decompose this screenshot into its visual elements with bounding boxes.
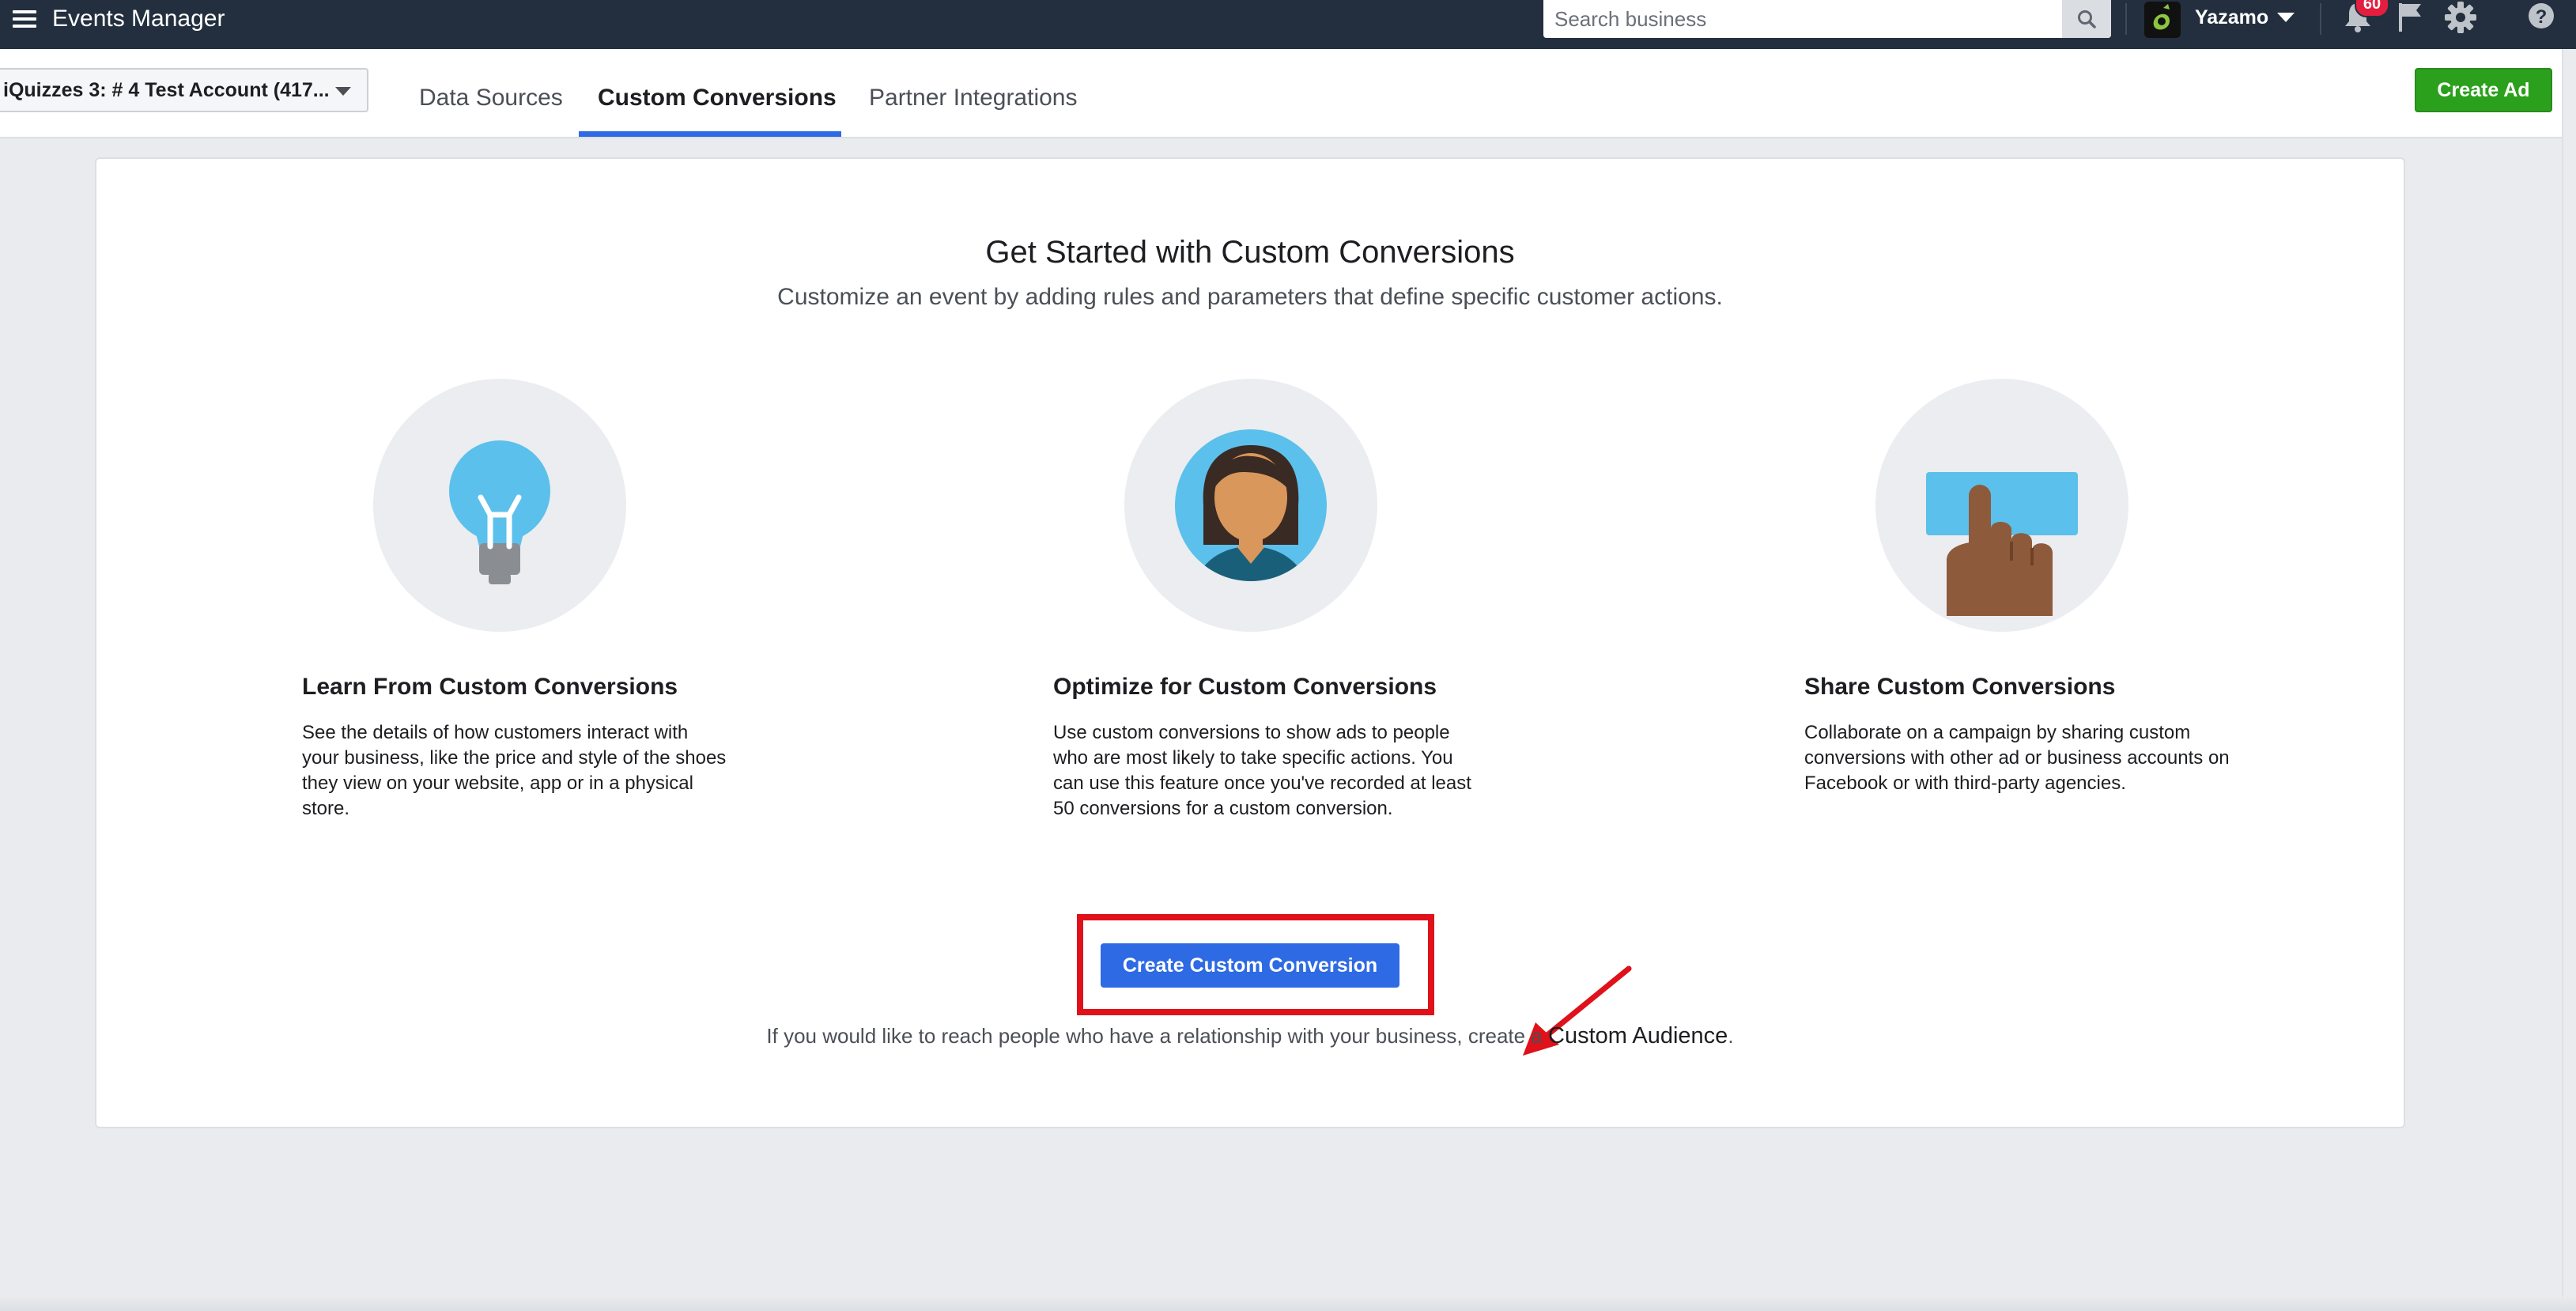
flag-button[interactable] [2393,0,2427,35]
hint-text: If you would like to reach people who ha… [766,1024,1543,1048]
feature-description: Use custom conversions to show ads to pe… [1053,722,1471,819]
chevron-down-icon [335,87,351,96]
caret-down-icon[interactable] [2277,13,2295,22]
custom-audience-hint: If you would like to reach people who ha… [96,1023,2404,1049]
account-selector[interactable]: iQuizzes 3: # 4 Test Account (417... [0,68,368,112]
notification-badge: 60 [2355,0,2389,17]
settings-button[interactable] [2443,0,2478,35]
right-scroll-strip [2562,49,2576,1311]
feature-description: Collaborate on a campaign by sharing cus… [1804,722,2230,794]
sub-navigation: iQuizzes 3: # 4 Test Account (417... Dat… [0,49,2576,138]
search-button[interactable] [2062,0,2111,38]
feature-title: Learn From Custom Conversions [302,674,678,700]
person-icon [1175,429,1327,581]
help-button[interactable]: ? [2524,0,2559,35]
app-title: Events Manager [52,6,225,32]
search-icon [2078,10,2096,28]
topbar-divider-2 [2320,3,2321,35]
page-subtitle: Customize an event by adding rules and p… [777,284,1723,310]
account-name: iQuizzes 3: # 4 Test Account (417... [3,79,330,101]
svg-text:?: ? [2536,6,2548,28]
menu-icon[interactable] [13,6,36,30]
gear-icon [2445,2,2476,33]
active-tab-indicator [579,131,841,137]
avatar[interactable] [2144,2,2181,38]
page-title: Get Started with Custom Conversions [985,235,1515,270]
help-icon: ? [2529,3,2554,28]
tab-partner-integrations[interactable]: Partner Integrations [869,68,1077,137]
tab-custom-conversions[interactable]: Custom Conversions [598,68,837,137]
feature-illustration [1124,379,1377,632]
feature-title: Share Custom Conversions [1804,674,2116,700]
tab-data-sources[interactable]: Data Sources [419,68,563,137]
create-ad-button[interactable]: Create Ad [2415,68,2552,112]
feature-illustration [1875,379,2128,632]
flag-icon [2399,3,2421,32]
hand-pointing-icon [1926,472,2078,616]
top-bar: Events Manager Yazamo 60 [0,0,2576,49]
create-custom-conversion-button[interactable]: Create Custom Conversion [1101,943,1399,988]
search-box [1543,0,2111,38]
feature-illustration [373,379,626,632]
search-input[interactable] [1543,0,2072,38]
feature-description: See the details of how customers interac… [302,722,727,819]
get-started-card: Get Started with Custom Conversions Cust… [95,157,2405,1128]
bottom-edge [0,1297,2576,1311]
lightbulb-icon [449,440,550,584]
custom-audience-link[interactable]: Custom Audience [1548,1023,1728,1048]
topbar-divider [2125,3,2127,35]
username[interactable]: Yazamo [2195,2,2268,33]
feature-title: Optimize for Custom Conversions [1053,674,1437,700]
yazamo-logo-icon [2144,2,2181,38]
hint-period: . [1728,1024,1734,1048]
